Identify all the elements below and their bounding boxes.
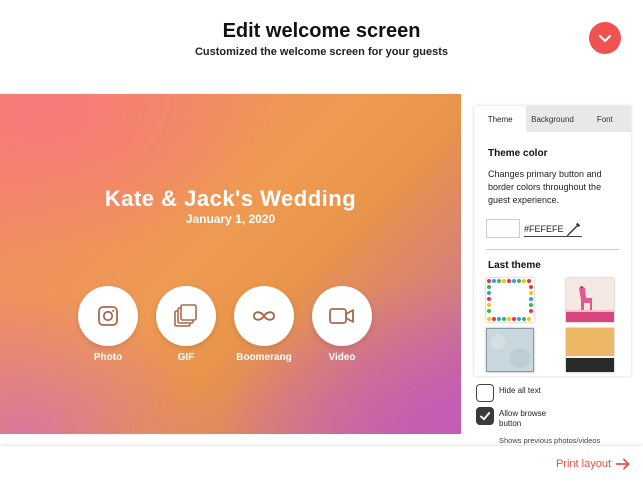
welcome-editor: Edit welcome screen Customized the welco… (0, 0, 643, 482)
theme-thumb-polka-dot[interactable] (486, 278, 534, 322)
arrow-right-icon (615, 458, 630, 470)
mode-boomerang-label: Boomerang (236, 352, 292, 363)
theme-color-description: Changes primary button and border colors… (488, 169, 602, 205)
collapse-button[interactable] (589, 22, 621, 54)
hide-all-text-checkbox[interactable] (476, 384, 494, 402)
settings-tabs: Theme Background Font (474, 106, 631, 132)
mode-gif-label: GIF (177, 352, 195, 363)
tab-theme[interactable]: Theme (474, 106, 527, 132)
infinity-icon (253, 311, 275, 321)
checkmark-icon (480, 412, 491, 421)
mode-video[interactable]: Video (312, 286, 372, 363)
chevron-down-icon (598, 34, 612, 43)
theme-thumb-orange-black[interactable] (566, 328, 614, 372)
hide-all-text-option[interactable]: Hide all text (476, 384, 541, 402)
camera-icon (98, 306, 118, 326)
page-title: Edit welcome screen (222, 20, 421, 42)
mode-boomerang[interactable]: Boomerang (234, 286, 294, 363)
tab-font[interactable]: Font (578, 106, 631, 132)
header: Edit welcome screen Customized the welco… (0, 0, 643, 94)
gif-stack-icon (174, 304, 197, 327)
event-date: January 1, 2020 (185, 212, 276, 226)
theme-settings-panel: Theme Background Font Theme color Change… (474, 106, 631, 376)
mode-photo[interactable]: Photo (78, 286, 138, 363)
print-layout-link[interactable]: Print layout (556, 457, 631, 471)
event-title: Kate & Jack's Wedding (104, 186, 357, 211)
hide-all-text-label: Hide all text (499, 386, 541, 395)
theme-thumb-pink-giraffe[interactable] (566, 278, 614, 322)
print-layout-label: Print layout (555, 458, 611, 470)
mode-boomerang-button[interactable] (234, 286, 294, 346)
footer: Print layout (0, 446, 643, 482)
last-theme-heading: Last theme (488, 260, 541, 271)
tab-background[interactable]: Background (526, 106, 579, 132)
theme-thumb-light-blue[interactable] (486, 328, 534, 372)
allow-browse-label: Allow browse button (499, 409, 547, 428)
mode-gif-button[interactable] (156, 286, 216, 346)
mode-photo-label: Photo (93, 352, 123, 363)
color-swatch[interactable] (486, 219, 520, 238)
welcome-preview: Kate & Jack's Wedding January 1, 2020 Ph… (0, 94, 461, 434)
mode-video-button[interactable] (312, 286, 372, 346)
mode-video-label: Video (328, 352, 356, 363)
theme-color-heading: Theme color (488, 148, 548, 159)
eyedropper-icon[interactable] (566, 221, 582, 237)
mode-gif[interactable]: GIF (156, 286, 216, 363)
mode-photo-button[interactable] (78, 286, 138, 346)
divider (486, 249, 620, 250)
page-subtitle: Customized the welcome screen for your g… (194, 46, 449, 58)
video-camera-icon (329, 308, 354, 324)
allow-browse-hint: Shows previous photos/videos (499, 436, 601, 445)
allow-browse-option[interactable]: Allow browse button (476, 407, 559, 429)
allow-browse-checkbox[interactable] (476, 407, 494, 425)
